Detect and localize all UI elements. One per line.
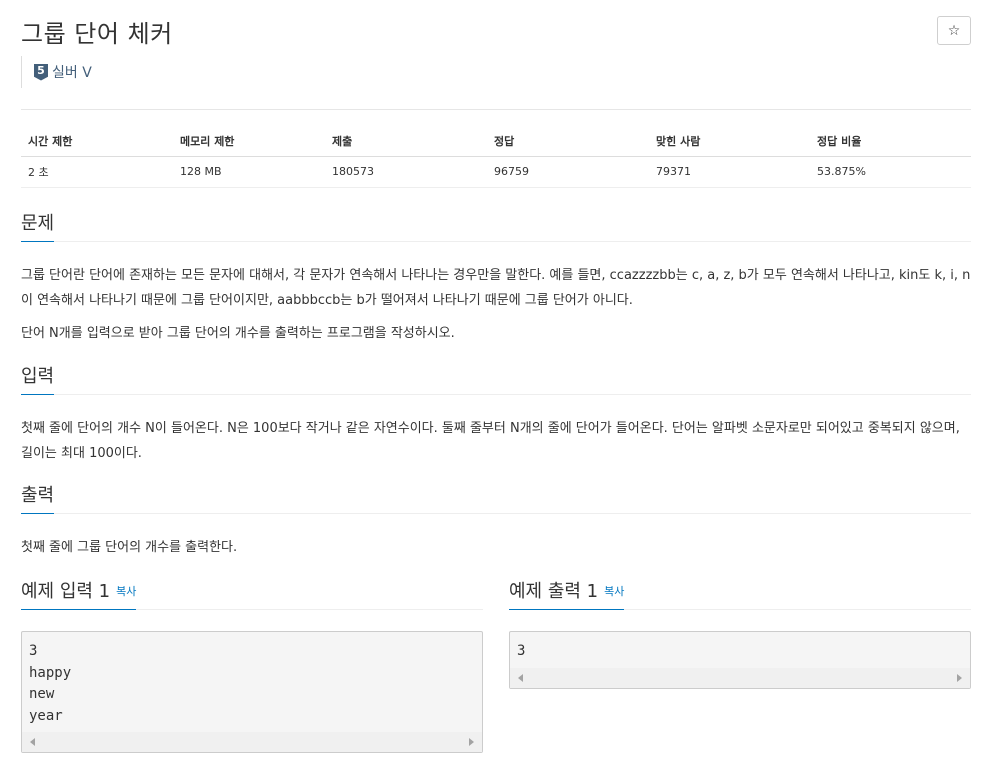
sample-input-title: 예제 입력 1 복사 — [21, 577, 137, 610]
header-accepted: 정답 — [487, 126, 649, 157]
value-submissions[interactable]: 180573 — [325, 156, 487, 188]
header-memory-limit: 메모리 제한 — [173, 126, 325, 157]
section-input-title: 입력 — [21, 362, 55, 395]
sample-input-box: 3 happy new year — [21, 631, 483, 753]
output-description: 첫째 줄에 그룹 단어의 개수를 출력한다. — [21, 540, 238, 555]
table-row: 2 초 128 MB 180573 96759 79371 53.875% — [21, 156, 971, 188]
header-time-limit: 시간 제한 — [21, 126, 173, 157]
problem-description: 그룹 단어란 단어에 존재하는 모든 문자에 대해서, 각 문자가 연속해서 나… — [21, 268, 971, 308]
star-icon: ☆ — [947, 22, 961, 39]
problem-info-table: 시간 제한 메모리 제한 제출 정답 맞힌 사람 정답 비율 2 초 128 M… — [21, 126, 971, 188]
horizontal-scrollbar[interactable] — [22, 732, 482, 752]
value-accepted[interactable]: 96759 — [487, 156, 649, 188]
sample-output-title: 예제 출력 1 복사 — [509, 577, 625, 610]
header-submissions: 제출 — [325, 126, 487, 157]
sample-output-heading: 예제 출력 1 — [509, 581, 599, 602]
tier-row: 5 실버 V — [21, 56, 971, 88]
tier-label[interactable]: 실버 V — [52, 62, 92, 82]
header-solved-users: 맞힌 사람 — [649, 126, 810, 157]
copy-sample-input-button[interactable]: 복사 — [116, 585, 136, 598]
scroll-right-icon[interactable] — [957, 674, 962, 682]
problem-page: 그룹 단어 체커 ☆ 5 실버 V 시간 제한 메모리 제한 제출 정답 맞힌 … — [21, 0, 971, 753]
title-row: 그룹 단어 체커 ☆ — [21, 0, 971, 52]
section-problem-title: 문제 — [21, 209, 55, 242]
value-accept-ratio: 53.875% — [810, 156, 971, 188]
scroll-left-icon[interactable] — [518, 674, 523, 682]
star-button[interactable]: ☆ — [937, 16, 971, 45]
copy-sample-output-button[interactable]: 복사 — [604, 585, 624, 598]
section-problem-header: 문제 — [21, 212, 971, 242]
sample-output-content: 3 — [517, 643, 526, 659]
sample-input-heading: 예제 입력 1 — [21, 581, 111, 602]
value-time-limit: 2 초 — [21, 156, 173, 188]
sample-output-box: 3 — [509, 631, 971, 689]
sample-output-header: 예제 출력 1 복사 — [509, 580, 971, 610]
header-accept-ratio: 정답 비율 — [810, 126, 971, 157]
section-output-header: 출력 — [21, 484, 971, 514]
sample-input-header: 예제 입력 1 복사 — [21, 580, 483, 610]
sample-input-content: 3 happy new year — [29, 643, 72, 724]
scroll-left-icon[interactable] — [30, 738, 35, 746]
page-title: 그룹 단어 체커 — [21, 20, 173, 48]
divider — [21, 109, 971, 110]
value-solved-users[interactable]: 79371 — [649, 156, 810, 188]
tier-badge-icon: 5 — [34, 63, 48, 81]
section-input-header: 입력 — [21, 365, 971, 395]
horizontal-scrollbar[interactable] — [510, 668, 970, 688]
input-description: 첫째 줄에 단어의 개수 N이 들어온다. N은 100보다 작거나 같은 자연… — [21, 421, 960, 461]
table-header-row: 시간 제한 메모리 제한 제출 정답 맞힌 사람 정답 비율 — [21, 126, 971, 157]
value-memory-limit: 128 MB — [173, 156, 325, 188]
section-output-title: 출력 — [21, 481, 55, 514]
problem-description-2: 단어 N개를 입력으로 받아 그룹 단어의 개수를 출력하는 프로그램을 작성하… — [21, 326, 455, 341]
scroll-right-icon[interactable] — [469, 738, 474, 746]
